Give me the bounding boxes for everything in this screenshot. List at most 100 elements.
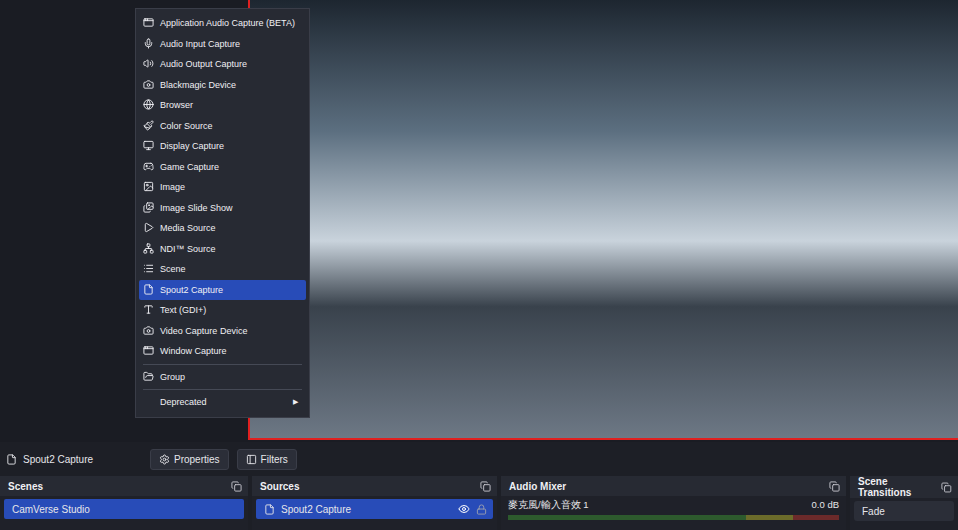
lock-icon[interactable]: [476, 504, 487, 515]
menu-label: Application Audio Capture (BETA): [160, 18, 298, 28]
audio-mixer-dock: Audio Mixer 麥克風/輸入音效 10.0 dB: [501, 476, 846, 530]
file-icon: [6, 454, 17, 465]
menu-icon-slot: [143, 120, 155, 132]
undock-icon[interactable]: [829, 481, 840, 492]
text-icon: [143, 304, 154, 315]
menu-label: Browser: [160, 100, 298, 110]
menu-label: Audio Output Capture: [160, 59, 298, 69]
speaker-icon: [143, 58, 154, 69]
transition-select[interactable]: Fade: [854, 501, 954, 521]
button-label: Properties: [174, 454, 220, 465]
dock-header: Scenes: [0, 476, 248, 496]
menu-icon-slot: [143, 345, 155, 357]
menu-label: Window Capture: [160, 346, 298, 356]
menu-label: Deprecated: [160, 397, 276, 407]
menu-item[interactable]: Scene: [139, 259, 306, 280]
undock-icon[interactable]: [941, 482, 952, 493]
menu-item[interactable]: Audio Output Capture: [139, 54, 306, 75]
menu-label: Image Slide Show: [160, 203, 298, 213]
gamepad-icon: [143, 161, 154, 172]
menu-item[interactable]: Media Source: [139, 218, 306, 239]
menu-item[interactable]: Text (GDI+): [139, 300, 306, 321]
scene-transitions-dock: Scene Transitions Fade: [850, 476, 958, 530]
docks: Scenes CamVerse Studio Sources Spout2 Captu…: [0, 476, 958, 530]
add-source-menu: Application Audio Capture (BETA) Audio In…: [135, 8, 310, 418]
dock-title: Scene Transitions: [858, 476, 941, 498]
transition-value: Fade: [862, 506, 885, 517]
properties-button[interactable]: Properties: [150, 449, 229, 470]
filters-button[interactable]: Filters: [237, 449, 297, 470]
brush-icon: [143, 120, 154, 131]
menu-icon-slot: [143, 99, 155, 111]
menu-label: Color Source: [160, 121, 298, 131]
transitions-body: Fade: [850, 498, 958, 524]
menu-item[interactable]: Video Capture Device: [139, 321, 306, 342]
menu-icon-slot: [143, 263, 155, 275]
menu-icon-slot: [143, 396, 155, 408]
menu-icon-slot: [143, 79, 155, 91]
menu-item[interactable]: Spout2 Capture: [139, 280, 306, 301]
menu-item[interactable]: Application Audio Capture (BETA): [139, 13, 306, 34]
menu-item[interactable]: Audio Input Capture: [139, 34, 306, 55]
menu-icon-slot: [143, 222, 155, 234]
menu-icon-slot: [143, 243, 155, 255]
submenu-arrow: ▶: [293, 398, 298, 406]
channel-header: 麥克風/輸入音效 10.0 dB: [505, 499, 842, 512]
source-name: Spout2 Capture: [23, 454, 93, 465]
button-label: Filters: [261, 454, 288, 465]
menu-icon-slot: [143, 17, 155, 29]
gear-icon: [159, 454, 170, 465]
menu-item[interactable]: Deprecated ▶: [139, 392, 306, 413]
menu-item[interactable]: Blackmagic Device: [139, 75, 306, 96]
source-label: Spout2 Capture: [281, 504, 452, 515]
menu-icon-slot: [143, 58, 155, 70]
dock-title: Audio Mixer: [509, 481, 566, 492]
menu-item[interactable]: Window Capture: [139, 341, 306, 362]
globe-icon: [143, 99, 154, 110]
menu-item[interactable]: Color Source: [139, 116, 306, 137]
menu-label: Game Capture: [160, 162, 298, 172]
undock-icon[interactable]: [231, 481, 242, 492]
menu-item[interactable]: Game Capture: [139, 157, 306, 178]
network-icon: [143, 243, 154, 254]
preview-canvas[interactable]: [248, 0, 958, 440]
eye-icon[interactable]: [458, 503, 470, 515]
mixer-channels: 麥克風/輸入音效 10.0 dB: [501, 496, 846, 523]
menu-item[interactable]: Group: [139, 367, 306, 388]
menu-label: Audio Input Capture: [160, 39, 298, 49]
menu-label: Scene: [160, 264, 298, 274]
images-icon: [143, 202, 154, 213]
source-row[interactable]: Spout2 Capture: [256, 499, 493, 519]
menu-icon-slot: [143, 181, 155, 193]
folder-icon: [143, 371, 154, 382]
menu-icon-slot: [143, 140, 155, 152]
menu-item[interactable]: Image: [139, 177, 306, 198]
file-icon: [264, 504, 275, 515]
dock-header: Sources: [252, 476, 497, 496]
menu-item[interactable]: NDI™ Source: [139, 239, 306, 260]
app-window-icon: [143, 345, 154, 356]
menu-separator: [143, 389, 302, 390]
filter-icon: [246, 454, 257, 465]
scenes-dock: Scenes CamVerse Studio: [0, 476, 248, 530]
sources-list: Spout2 Capture: [252, 496, 497, 522]
dock-header: Scene Transitions: [850, 476, 958, 498]
dock-header: Audio Mixer: [501, 476, 846, 496]
menu-icon-slot: [143, 161, 155, 173]
preview-area: Application Audio Capture (BETA) Audio In…: [0, 0, 958, 442]
menu-icon-slot: [143, 202, 155, 214]
undock-icon[interactable]: [480, 481, 491, 492]
list-icon: [143, 263, 154, 274]
menu-item[interactable]: Image Slide Show: [139, 198, 306, 219]
menu-item[interactable]: Display Capture: [139, 136, 306, 157]
scene-row[interactable]: CamVerse Studio: [4, 499, 244, 519]
source-toolbar: Spout2 Capture Properties Filters: [0, 442, 958, 476]
menu-icon-slot: [143, 38, 155, 50]
volume-meter: [508, 515, 839, 520]
menu-label: Image: [160, 182, 298, 192]
menu-label: Text (GDI+): [160, 305, 298, 315]
dock-title: Sources: [260, 481, 299, 492]
menu-item[interactable]: Browser: [139, 95, 306, 116]
channel-name: 麥克風/輸入音效 1: [508, 499, 589, 512]
menu-label: Media Source: [160, 223, 298, 233]
